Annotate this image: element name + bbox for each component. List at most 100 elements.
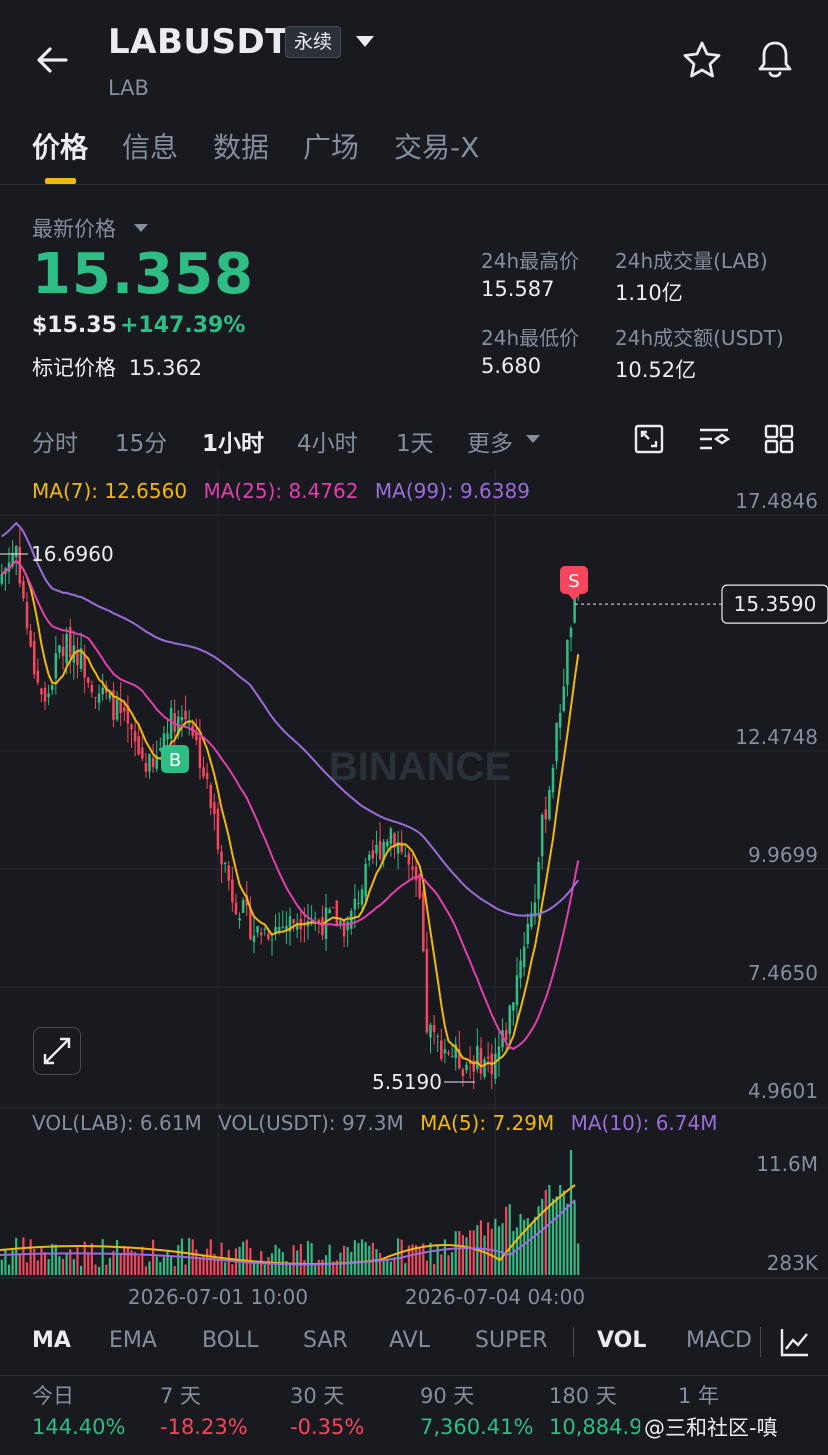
candle-body (486, 1056, 490, 1059)
volume-bar (216, 1259, 220, 1275)
candle-body (223, 862, 227, 864)
volume-bar (0, 1259, 3, 1275)
volume-bar (267, 1257, 270, 1275)
indicator-macd[interactable]: MACD (686, 1328, 752, 1353)
indicator-boll[interactable]: BOLL (202, 1328, 259, 1353)
more-dropdown-icon[interactable] (526, 435, 540, 443)
ma25-line (1, 559, 580, 1051)
expand-chart-button[interactable] (33, 1027, 81, 1075)
binance-watermark: BINANCE (329, 745, 511, 789)
candle-body (544, 809, 548, 820)
volume-bar (184, 1264, 187, 1275)
notification-bell-icon[interactable] (754, 38, 796, 80)
back-arrow-icon[interactable] (32, 40, 72, 80)
volume-bar (501, 1223, 504, 1275)
indicator-super[interactable]: SUPER (475, 1328, 548, 1353)
candle-body (555, 722, 558, 762)
candle-body (202, 767, 205, 777)
interval-4h[interactable]: 4小时 (297, 424, 358, 458)
favorite-star-icon[interactable] (682, 40, 722, 80)
volume-bar (25, 1262, 29, 1275)
candle-body (321, 917, 324, 936)
volume-bar (33, 1248, 36, 1275)
volume-bar (559, 1185, 562, 1275)
current-price-label: 15.3590 (734, 592, 817, 616)
candle-body (270, 939, 274, 941)
layout-grid-icon[interactable] (764, 424, 794, 458)
volume-bar (425, 1260, 428, 1275)
volume-bar (357, 1243, 360, 1275)
candle-body (50, 685, 54, 690)
volume-bar (206, 1248, 209, 1275)
candle-body (558, 712, 562, 728)
perpetual-badge: 永续 (285, 26, 342, 58)
candle-body (540, 814, 544, 857)
volume-bar (523, 1219, 526, 1275)
last-price: 15.358 (32, 242, 255, 307)
mark-price-value: 15.362 (128, 356, 203, 380)
candle-body (313, 918, 317, 920)
candle-body (537, 861, 540, 900)
fullscreen-chart-icon[interactable] (634, 424, 664, 458)
volume-bar (7, 1264, 11, 1275)
indicator-sar[interactable]: SAR (303, 1328, 348, 1353)
price-type-dropdown-icon[interactable] (134, 224, 148, 232)
candle-body (130, 724, 133, 730)
last-price-label[interactable]: 最新价格 (32, 213, 116, 243)
source-overlay: @三和社区-嗔 (640, 1412, 778, 1442)
volume-bar (137, 1255, 140, 1275)
candle-body (151, 757, 155, 768)
candle-body (331, 907, 335, 909)
ma-legend: MA(7): 12.6560 MA(25): 8.4762 MA(99): 9.… (32, 479, 530, 503)
volume-bar (335, 1260, 338, 1275)
candle-body (519, 960, 522, 979)
indicator-ema[interactable]: EMA (109, 1328, 157, 1353)
volume-quote-label: 24h成交额(USDT) (615, 326, 784, 350)
volume-bar (299, 1244, 302, 1275)
candle-body (357, 903, 360, 905)
base-asset: LAB (108, 76, 149, 100)
candle-body (148, 754, 151, 772)
interval-more[interactable]: 更多 (467, 424, 513, 458)
perf-value: 10,884.9 (549, 1415, 643, 1439)
candle-body (234, 902, 238, 915)
candlestick-chart[interactable]: BINANCE 15.3590 16.6960 5.5190 B S 17.4846 12… (0, 470, 828, 1310)
perf-label: 1 年 (678, 1384, 720, 1408)
candle-body (440, 1040, 443, 1060)
indicator-vol[interactable]: VOL (597, 1328, 646, 1353)
interval-time[interactable]: 分时 (32, 424, 78, 458)
indicator-ma[interactable]: MA (32, 1328, 71, 1353)
indicator-avl[interactable]: AVL (389, 1328, 430, 1353)
candle-body (256, 926, 259, 933)
candle-body (169, 707, 173, 739)
volume-bar (72, 1259, 75, 1275)
candle-body (515, 975, 519, 1006)
volume-bar (530, 1223, 533, 1275)
tab-price[interactable]: 价格 (32, 126, 88, 166)
candle-body (36, 670, 40, 683)
volume-bar (116, 1240, 119, 1275)
volume-bar (371, 1242, 374, 1275)
volume-bar (101, 1239, 104, 1275)
tab-square[interactable]: 广场 (303, 126, 359, 166)
tab-data[interactable]: 数据 (213, 126, 269, 166)
interval-1h[interactable]: 1小时 (202, 424, 264, 458)
candle-body (479, 1048, 483, 1074)
tab-trade-x[interactable]: 交易-X (394, 126, 479, 166)
interval-15m[interactable]: 15分 (115, 424, 167, 458)
candle-body (342, 920, 346, 937)
chart-settings-icon[interactable] (698, 424, 732, 458)
pair-dropdown-icon[interactable] (356, 36, 374, 47)
volume-bar (51, 1244, 54, 1275)
interval-1d[interactable]: 1天 (396, 424, 434, 458)
ma25-legend: MA(25): 8.4762 (203, 479, 359, 503)
mark-price-label: 标记价格 (32, 356, 116, 380)
candle-body (292, 919, 295, 924)
pair-title[interactable]: LABUSDT (108, 22, 289, 62)
tab-info[interactable]: 信息 (122, 126, 178, 166)
candle-body (389, 828, 393, 844)
low-marker-label: 5.5190 (372, 1070, 442, 1094)
tab-divider (0, 184, 828, 185)
indicator-settings-icon[interactable] (779, 1326, 811, 1362)
volume-bar (505, 1206, 508, 1275)
